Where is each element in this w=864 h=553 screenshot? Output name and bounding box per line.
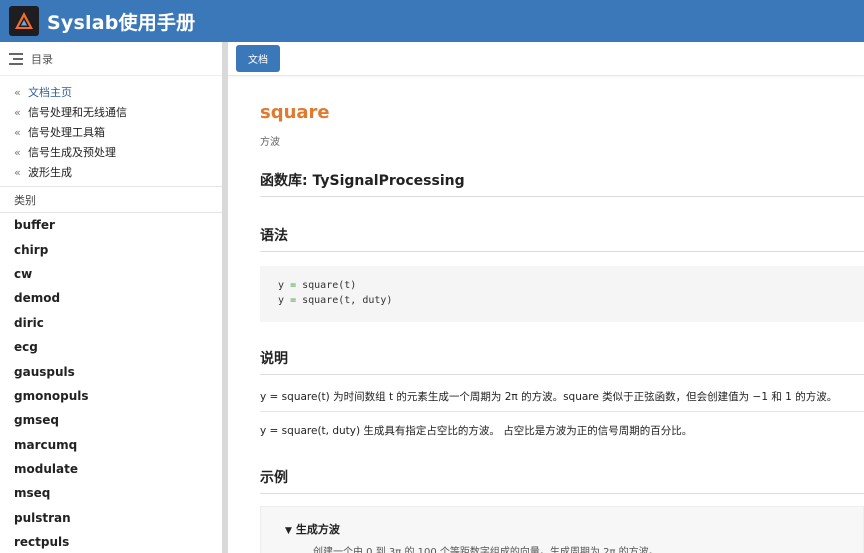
double-chevron-left-icon: « [14,145,21,159]
sidebar-item-rectpuls[interactable]: rectpuls [0,530,222,553]
sidebar-item-demod[interactable]: demod [0,286,222,310]
sidebar-item-mseq[interactable]: mseq [0,481,222,505]
doc-content: square 方波 函数库: TySignalProcessing 语法 y =… [228,102,864,553]
breadcrumb-item[interactable]: «信号生成及预处理 [14,142,222,162]
sidebar-item-diric[interactable]: diric [0,311,222,335]
main-content: 文档 square 方波 函数库: TySignalProcessing 语法 … [228,42,864,553]
examples-heading: 示例 [260,467,864,494]
syntax-line: y = square(t) [278,280,357,291]
double-chevron-left-icon: « [14,125,21,139]
sidebar-item-pulstran[interactable]: pulstran [0,506,222,530]
sidebar-item-chirp[interactable]: chirp [0,237,222,261]
library-heading: 函数库: TySignalProcessing [260,170,864,197]
app-title: Syslab使用手册 [47,11,196,34]
sidebar-item-modulate[interactable]: modulate [0,457,222,481]
double-chevron-left-icon: « [14,85,21,99]
sidebar-item-buffer[interactable]: buffer [0,213,222,237]
syslab-logo [9,6,39,36]
sidebar-item-gauspuls[interactable]: gauspuls [0,359,222,383]
toc-header[interactable]: 目录 [0,42,222,76]
example-collapsible[interactable]: ▼ 生成方波 创建一个由 0 到 3π 的 100 个等距数字组成的向量。生成周期… [260,506,864,553]
page-subtitle: 方波 [260,137,280,148]
syntax-code-block: y = square(t) y = square(t, duty) [260,266,864,322]
sidebar: 目录 «文档主页 «信号处理和无线通信 «信号处理工具箱 «信号生成及预处理 «… [0,42,222,553]
description-heading: 说明 [260,348,864,375]
divider [260,411,864,412]
page-title: square [260,102,330,123]
sidebar-item-ecg[interactable]: ecg [0,335,222,359]
description-paragraph: y = square(t) 为时间数组 t 的元素生成一个周期为 2π 的方波。… [260,391,838,403]
function-list: buffer chirp cw demod diric ecg gauspuls… [0,213,222,553]
breadcrumb: «文档主页 «信号处理和无线通信 «信号处理工具箱 «信号生成及预处理 «波形生… [0,76,222,187]
double-chevron-left-icon: « [14,165,21,179]
breadcrumb-item-home[interactable]: «文档主页 [14,82,222,102]
example-text: 创建一个由 0 到 3π 的 100 个等距数字组成的向量。生成周期为 2π 的… [313,547,659,553]
sidebar-item-cw[interactable]: cw [0,262,222,286]
app-header: Syslab使用手册 [0,0,864,42]
breadcrumb-item[interactable]: «波形生成 [14,162,222,182]
doc-button[interactable]: 文档 [236,45,280,72]
syntax-heading: 语法 [260,225,864,252]
breadcrumb-item[interactable]: «信号处理工具箱 [14,122,222,142]
sidebar-item-marcumq[interactable]: marcumq [0,433,222,457]
sidebar-item-gmseq[interactable]: gmseq [0,408,222,432]
toc-title: 目录 [31,52,53,66]
sidebar-item-gmonopuls[interactable]: gmonopuls [0,384,222,408]
doc-toolbar: 文档 [228,42,864,76]
breadcrumb-item[interactable]: «信号处理和无线通信 [14,102,222,122]
triangle-down-icon: ▼ [285,526,292,536]
description-paragraph: y = square(t, duty) 生成具有指定占空比的方波。 占空比是方波… [260,425,693,437]
category-label: 类别 [0,187,222,213]
menu-icon[interactable] [9,52,23,65]
double-chevron-left-icon: « [14,105,21,119]
example-summary[interactable]: ▼ 生成方波 [285,521,863,537]
syntax-line: y = square(t, duty) [278,295,393,306]
